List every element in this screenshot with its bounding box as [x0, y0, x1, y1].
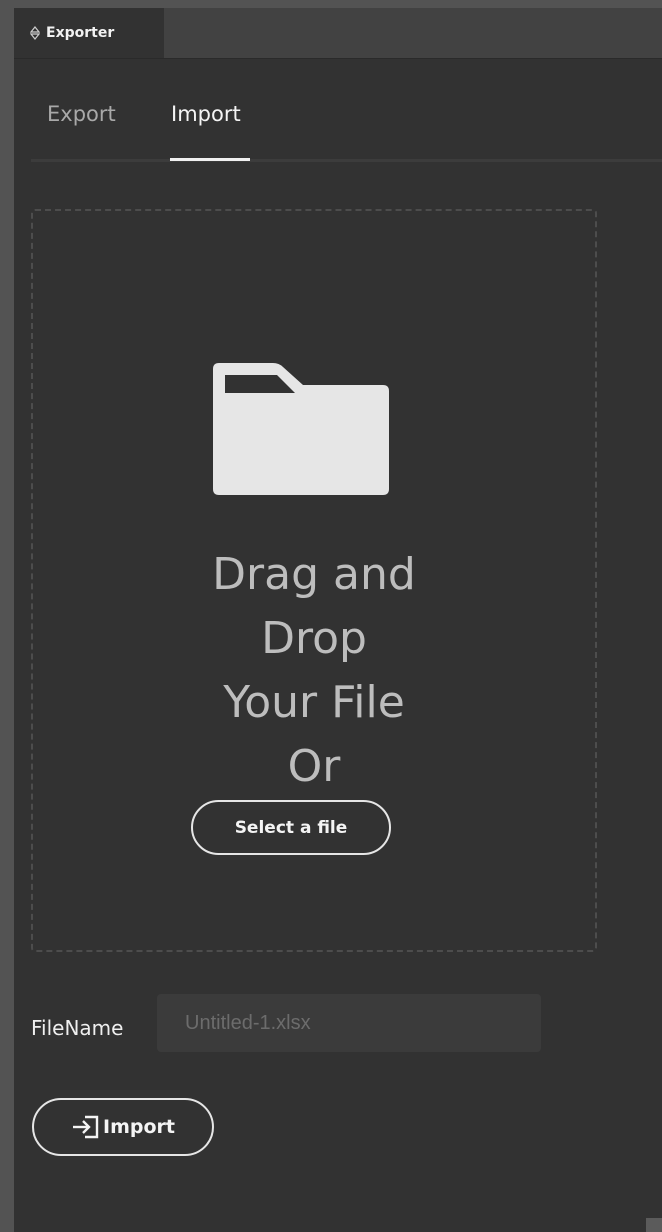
folder-icon: [213, 363, 389, 495]
exporter-panel: Exporter Export Import Drag and Drop You…: [14, 8, 662, 1232]
tab-bar: Export Import: [31, 88, 662, 162]
resize-grip[interactable]: [646, 1218, 662, 1232]
file-drop-zone[interactable]: Drag and Drop Your File Or Select a file: [31, 209, 597, 952]
drop-instructions: Drag and Drop Your File Or: [212, 549, 416, 792]
panel-title: Exporter: [46, 25, 115, 41]
sign-in-icon: [71, 1115, 101, 1139]
select-file-button[interactable]: Select a file: [191, 800, 391, 855]
filename-label: FileName: [31, 1016, 124, 1040]
updown-grip-icon[interactable]: [30, 26, 40, 40]
active-tab-indicator: [170, 158, 250, 161]
panel-tab-exporter[interactable]: Exporter: [14, 8, 164, 58]
import-button-label: Import: [103, 1116, 175, 1138]
panel-header: Exporter: [14, 8, 662, 59]
tab-export[interactable]: Export: [47, 102, 116, 126]
tab-divider: [31, 159, 662, 162]
filename-input[interactable]: [157, 994, 541, 1052]
tab-import[interactable]: Import: [171, 102, 241, 126]
import-button[interactable]: Import: [32, 1098, 214, 1156]
